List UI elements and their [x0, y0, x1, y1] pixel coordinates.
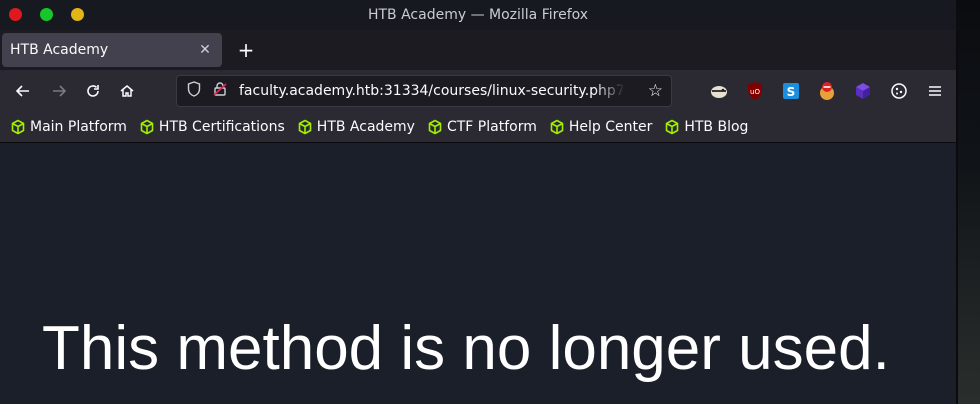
extensions-area: uO S — [706, 70, 948, 112]
bookmark-label: HTB Blog — [684, 119, 749, 135]
bookmark-label: HTB Academy — [316, 119, 415, 135]
forward-arrow-icon — [53, 85, 67, 97]
purple-cube-extension-icon[interactable] — [850, 78, 876, 104]
bookmark-htb-certifications[interactable]: HTB Certifications — [139, 119, 285, 135]
hackthebox-cube-icon — [298, 119, 312, 135]
minimize-window-button[interactable] — [71, 8, 84, 21]
tab-htb-academy[interactable]: HTB Academy ✕ — [2, 33, 222, 67]
insecure-lock-icon[interactable] — [211, 81, 229, 101]
back-button[interactable] — [8, 76, 38, 106]
bookmark-help-center[interactable]: Help Center — [549, 119, 653, 135]
home-icon — [120, 85, 134, 97]
svg-text:S: S — [787, 85, 796, 99]
shield-icon[interactable] — [185, 81, 203, 101]
bookmark-main-platform[interactable]: Main Platform — [10, 119, 127, 135]
firefox-extension-badger-icon[interactable] — [706, 78, 732, 104]
bookmark-label: Help Center — [568, 119, 653, 135]
hackthebox-cube-icon — [666, 119, 679, 135]
desktop-background-edge — [956, 0, 980, 404]
bookmark-label: CTF Platform — [446, 119, 537, 135]
new-tab-button[interactable]: + — [234, 38, 258, 62]
navigation-toolbar: faculty.academy.htb:31334/courses/linux-… — [0, 70, 956, 112]
bookmark-star-icon[interactable]: ☆ — [648, 81, 663, 101]
page-content: This method is no longer used. — [0, 143, 956, 404]
menu-hamburger-icon[interactable] — [922, 78, 948, 104]
maximize-window-button[interactable] — [40, 8, 53, 21]
hackthebox-cube-icon — [11, 119, 25, 135]
cookie-blocker-icon[interactable] — [814, 78, 840, 104]
url-text[interactable]: faculty.academy.htb:31334/courses/linux-… — [239, 83, 625, 99]
window-border — [956, 30, 958, 404]
ublock-origin-icon[interactable]: uO — [742, 78, 768, 104]
window-controls — [9, 8, 84, 21]
forward-button[interactable] — [44, 76, 74, 106]
cookie-extension-icon[interactable] — [886, 78, 912, 104]
reload-button[interactable] — [78, 76, 108, 106]
bookmark-label: HTB Certifications — [158, 119, 285, 135]
window-title: HTB Academy — Mozilla Firefox — [367, 7, 589, 23]
close-tab-icon[interactable]: ✕ — [196, 42, 214, 58]
bookmark-label: Main Platform — [30, 119, 127, 135]
s-extension-icon[interactable]: S — [778, 78, 804, 104]
home-button[interactable] — [112, 76, 142, 106]
svg-text:uO: uO — [750, 88, 760, 96]
page-message: This method is no longer used. — [42, 314, 890, 383]
tab-label: HTB Academy — [10, 42, 109, 58]
bookmarks-toolbar: Main Platform HTB Certifications HTB Aca… — [0, 112, 956, 143]
hackthebox-cube-icon — [550, 119, 564, 135]
bookmark-htb-blog[interactable]: HTB Blog — [664, 119, 748, 135]
reload-icon — [87, 85, 99, 97]
tab-strip: HTB Academy ✕ + — [0, 30, 956, 70]
bookmark-htb-academy[interactable]: HTB Academy — [297, 119, 415, 135]
window-titlebar: HTB Academy — Mozilla Firefox — [0, 0, 956, 30]
hackthebox-cube-icon — [140, 119, 154, 135]
bookmark-ctf-platform[interactable]: CTF Platform — [427, 119, 537, 135]
url-bar[interactable]: faculty.academy.htb:31334/courses/linux-… — [176, 75, 672, 107]
back-arrow-icon — [15, 85, 29, 97]
close-window-button[interactable] — [9, 8, 22, 21]
hackthebox-cube-icon — [428, 119, 442, 135]
